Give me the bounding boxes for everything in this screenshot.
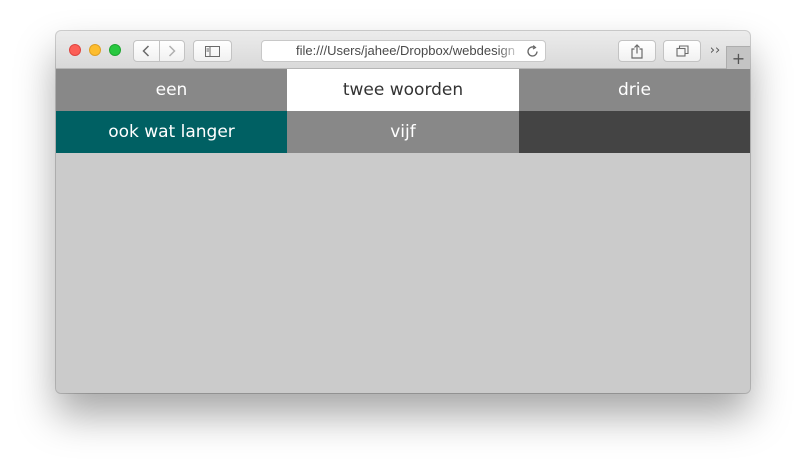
back-button[interactable] — [134, 41, 159, 61]
maximize-window-button[interactable] — [109, 44, 121, 56]
menu-item-een[interactable]: een — [56, 69, 287, 111]
sidebar-icon — [205, 45, 220, 57]
address-fade — [497, 41, 523, 61]
forward-button[interactable] — [158, 41, 185, 61]
reload-button[interactable] — [525, 44, 539, 58]
toolbar-overflow-button[interactable]: ›› — [706, 41, 724, 59]
share-button[interactable] — [618, 40, 656, 62]
reload-icon — [526, 44, 538, 57]
share-icon — [631, 43, 643, 59]
menu-item-vijf[interactable]: vijf — [287, 111, 519, 153]
new-tab-button[interactable]: + — [726, 46, 750, 69]
minimize-window-button[interactable] — [89, 44, 101, 56]
menu-item-twee-woorden[interactable]: twee woorden — [287, 69, 519, 111]
menu-item-ook-wat-langer[interactable]: ook wat langer — [56, 111, 287, 153]
toolbar: file:///Users/jahee/Dropbox/webdesign ››… — [56, 31, 750, 69]
chevron-left-icon — [142, 45, 150, 57]
address-bar[interactable]: file:///Users/jahee/Dropbox/webdesign — [261, 40, 546, 62]
menu-item-empty — [519, 111, 750, 153]
sidebar-toggle-button[interactable] — [193, 40, 232, 62]
menu-item-drie[interactable]: drie — [519, 69, 750, 111]
browser-window: file:///Users/jahee/Dropbox/webdesign ››… — [56, 31, 750, 393]
navigation-menu: een twee woorden drie ook wat langer vij… — [56, 69, 750, 153]
navigation-buttons — [133, 40, 185, 62]
close-window-button[interactable] — [69, 44, 81, 56]
tabs-overview-icon — [675, 45, 689, 57]
page-content: een twee woorden drie ook wat langer vij… — [56, 69, 750, 393]
show-tabs-button[interactable] — [663, 40, 701, 62]
address-url: file:///Users/jahee/Dropbox/webdesign — [296, 43, 515, 58]
chevron-right-icon — [168, 45, 176, 57]
